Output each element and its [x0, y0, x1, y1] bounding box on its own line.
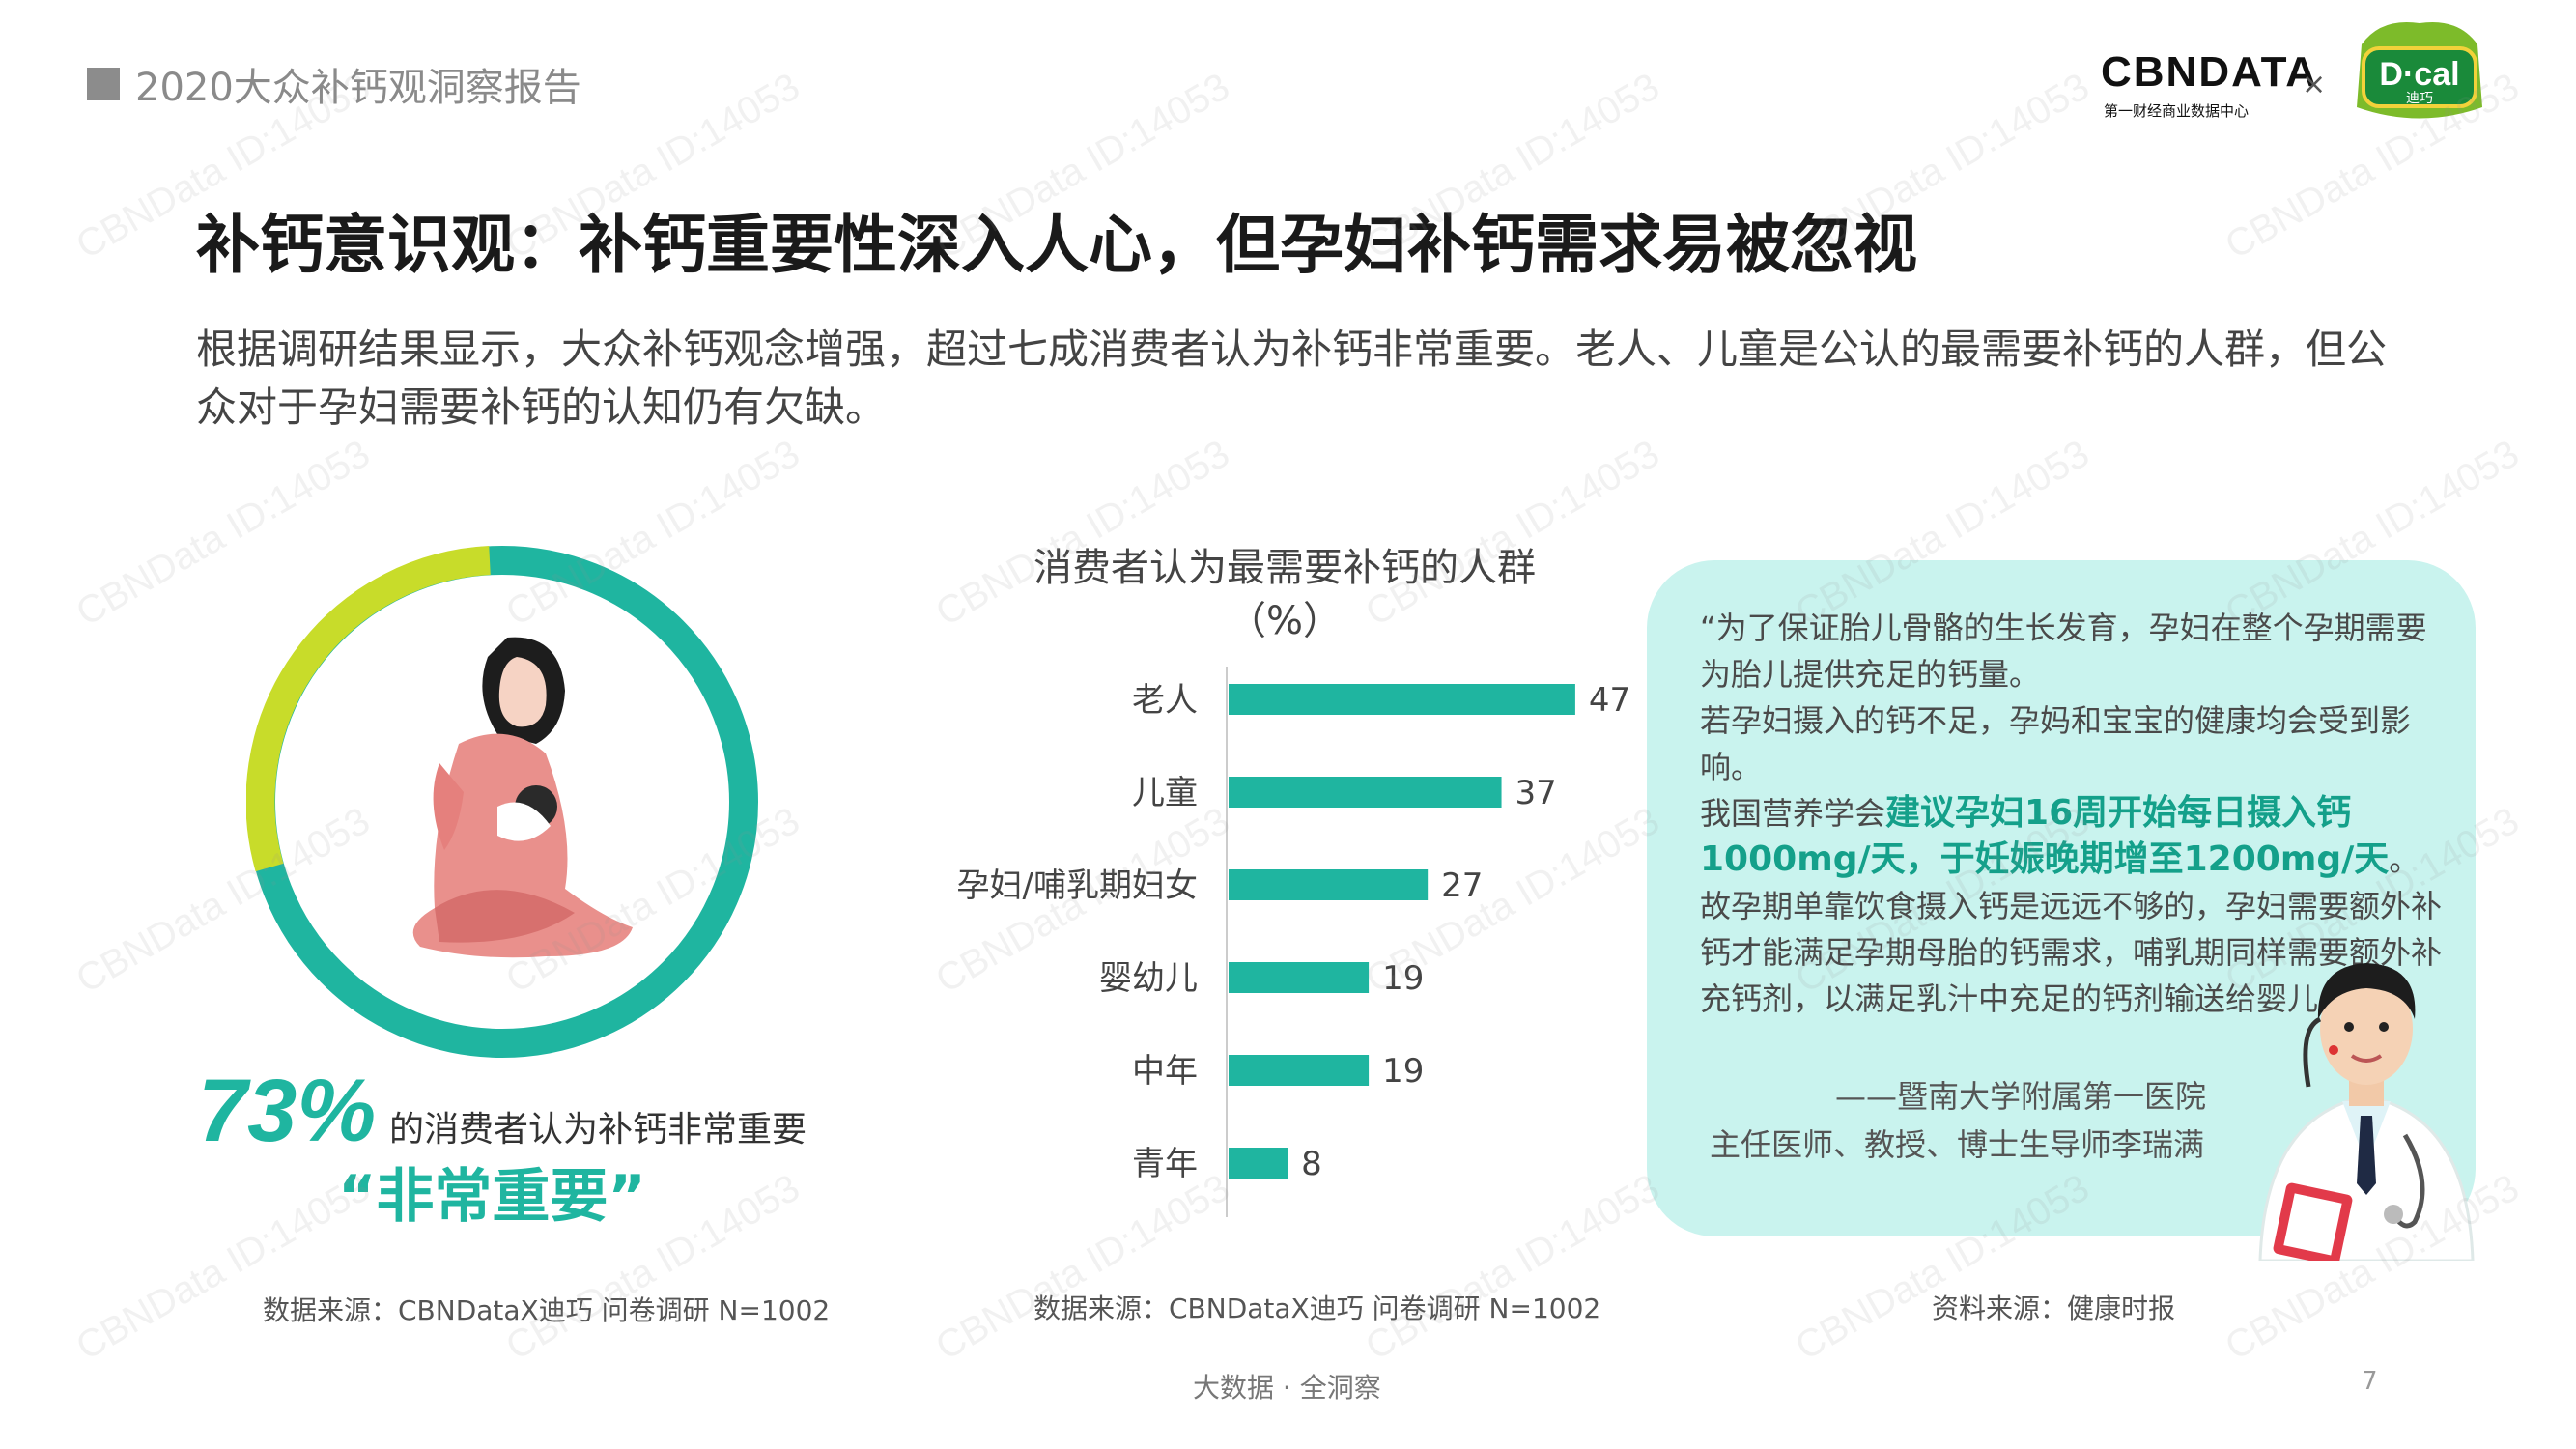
bar — [1229, 869, 1429, 900]
bar-value-label: 19 — [1382, 1052, 1424, 1091]
bar — [1229, 962, 1370, 993]
left-source-note: 数据来源：CBNDataX迪巧 问卷调研 N=1002 — [263, 1294, 831, 1326]
dcal-logo-text: D·cal — [2379, 56, 2459, 93]
doctor-illustration — [2258, 963, 2475, 1261]
percentage-ring — [246, 546, 758, 1058]
quote-line-3-post: 。 — [2389, 841, 2420, 878]
chart-source-note: 数据来源：CBNDataX迪巧 问卷调研 N=1002 — [1033, 1293, 1601, 1324]
percentage-value: 73% — [198, 1062, 377, 1160]
quote-line-1: “为了保证胎儿骨骼的生长发育，孕妇在整个孕期需要为胎儿提供充足的钙量。 — [1700, 610, 2427, 693]
bar — [1229, 1148, 1288, 1179]
bar-category-label: 老人 — [1132, 681, 1198, 720]
dcal-logo-subtext: 迪巧 — [2406, 91, 2433, 106]
report-title: 2020大众补钙观洞察报告 — [135, 66, 581, 110]
bar — [1229, 1055, 1370, 1086]
quote-line-3-pre: 我国营养学会 — [1700, 795, 1886, 832]
quote-author: ——暨南大学附属第一医院 主任医师、教授、博士生导师李瑞满 — [1710, 1072, 2250, 1169]
bar-chart: 老人 47 儿童 37 孕妇/哺乳期妇女 27 婴幼儿 19 中年 19 青年 8 — [957, 667, 1630, 1217]
bar-value-label: 27 — [1441, 867, 1483, 905]
quote-line-3: 我国营养学会建议孕妇16周开始每日摄入钙1000mg/天，于妊娠晚期增至1200… — [1700, 790, 2453, 883]
page-number: 7 — [2362, 1367, 2378, 1396]
bar-category-label: 中年 — [1132, 1052, 1198, 1091]
bar-category-label: 青年 — [1132, 1145, 1198, 1183]
mother-illustration — [412, 637, 633, 958]
very-important-quote: “非常重要” — [338, 1163, 646, 1231]
bar-value-label: 8 — [1301, 1145, 1322, 1183]
cbndata-logo: CBNDATA — [2101, 48, 2318, 96]
author-hospital: ——暨南大学附属第一医院 — [1835, 1078, 2207, 1115]
quote-source-note: 资料来源：健康时报 — [1932, 1293, 2176, 1324]
bar-category-label: 儿童 — [1132, 774, 1198, 812]
bar — [1229, 684, 1575, 715]
intro-paragraph: 根据调研结果显示，大众补钙观念增强，超过七成消费者认为补钙非常重要。老人、儿童是… — [196, 326, 2388, 431]
brand-separator: × — [2302, 68, 2327, 101]
chart-title: 消费者认为最需要补钙的人群 — [1033, 546, 1536, 590]
bar-value-label: 19 — [1382, 959, 1424, 998]
author-title: 主任医师、教授、博士生导师李瑞满 — [1710, 1126, 2205, 1163]
watermark: CBNData ID:14053 — [69, 1166, 378, 1369]
cbndata-logo-subtitle: 第一财经商业数据中心 — [2104, 102, 2250, 120]
chart-unit: （%） — [1227, 599, 1342, 643]
quote-line-2: 若孕妇摄入的钙不足，孕妈和宝宝的健康均会受到影响。 — [1700, 702, 2412, 785]
footer-slogan: 大数据 · 全洞察 — [1193, 1372, 1381, 1404]
percentage-description: 的消费者认为补钙非常重要 — [389, 1110, 807, 1150]
dcal-logo-icon: D·cal 迪巧 — [2357, 21, 2482, 119]
bar-value-label: 37 — [1515, 774, 1557, 812]
bar — [1229, 777, 1502, 808]
header-square-icon — [87, 68, 120, 100]
bar-category-label: 婴幼儿 — [1099, 959, 1198, 998]
page-headline: 补钙意识观：补钙重要性深入人心，但孕妇补钙需求易被忽视 — [196, 208, 1917, 282]
bar-category-label: 孕妇/哺乳期妇女 — [957, 867, 1198, 905]
bar-value-label: 47 — [1589, 681, 1630, 720]
